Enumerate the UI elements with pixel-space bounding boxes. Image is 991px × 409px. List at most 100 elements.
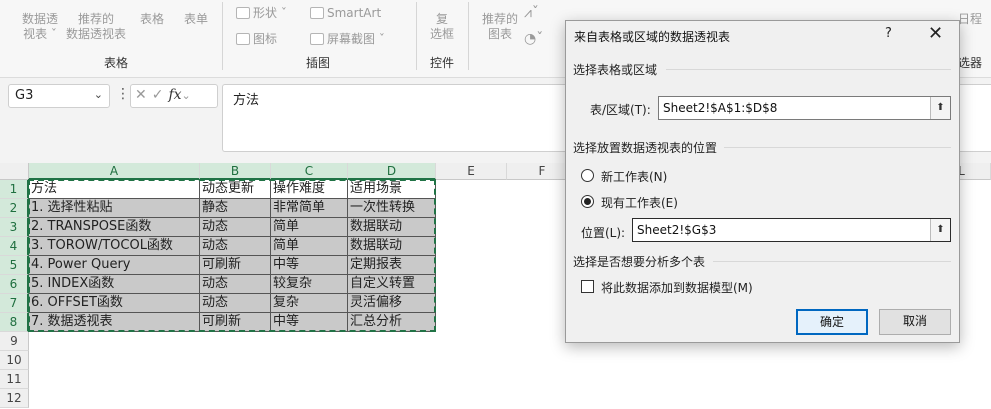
table-cell[interactable]: 汇总分析 <box>348 313 436 332</box>
chevron-down-icon[interactable]: ⌄ <box>94 88 103 101</box>
line-chart-icon[interactable]: ⩘ˇ <box>524 6 539 21</box>
help-icon[interactable]: ? <box>885 26 892 41</box>
table-cell[interactable]: 4. Power Query <box>29 256 200 275</box>
shapes-icon <box>236 7 250 19</box>
row-header[interactable]: 12 <box>0 389 29 408</box>
shapes-button[interactable]: 形状 ˇ <box>236 6 287 21</box>
pivot-table-button[interactable]: 数据透 视表 ˇ <box>18 12 62 42</box>
table-cell[interactable]: 5. INDEX函数 <box>29 275 200 294</box>
row-header[interactable]: 11 <box>0 370 29 389</box>
table-cell[interactable]: 中等 <box>271 256 348 275</box>
timeline-button[interactable]: 日程 <box>958 12 982 27</box>
recommended-charts-button[interactable]: 推荐的 图表 <box>478 12 522 42</box>
table-cell[interactable]: 动态更新 <box>200 180 271 199</box>
pivot-table-dialog: 来自表格或区域的数据透视表 ? ✕ 选择表格或区域 表/区域(T): Sheet… <box>565 20 960 343</box>
add-to-data-model-label[interactable]: 将此数据添加到数据模型(M) <box>601 279 753 296</box>
icons-label: 图标 <box>253 32 278 46</box>
name-box[interactable]: G3 ⌄ <box>8 84 110 108</box>
row-header[interactable]: 9 <box>0 332 29 351</box>
table-cell[interactable]: 灵活偏移 <box>348 294 436 313</box>
table-cell[interactable]: 静态 <box>200 199 271 218</box>
table-cell[interactable]: 定期报表 <box>348 256 436 275</box>
row-header[interactable]: 7 <box>0 294 29 313</box>
table-cell[interactable]: 可刷新 <box>200 313 271 332</box>
collapse-dialog-icon[interactable]: ⬆ <box>930 219 950 241</box>
table-cell[interactable]: 动态 <box>200 237 271 256</box>
row-header[interactable]: 6 <box>0 275 29 294</box>
table-cell[interactable]: 中等 <box>271 313 348 332</box>
more-icon[interactable]: ⋮ <box>116 86 130 102</box>
smartart-label: SmartArt <box>327 6 382 20</box>
cancel-icon[interactable]: ✕ <box>135 87 152 103</box>
insert-function-button[interactable]: fx <box>168 87 181 103</box>
enter-icon[interactable]: ✓ <box>152 87 169 103</box>
select-all-corner[interactable] <box>0 163 29 180</box>
table-cell[interactable]: 7. 数据透视表 <box>29 313 200 332</box>
excel-window: 数据透 视表 ˇ 推荐的 数据透视表 表格 表单 表格 形状 ˇ 图标 Smar… <box>0 0 991 409</box>
table-cell[interactable]: 3. TOROW/TOCOL函数 <box>29 237 200 256</box>
group-separator <box>416 2 417 70</box>
formula-buttons: ✕✓fx⌄ <box>130 84 218 108</box>
table-cell[interactable]: 动态 <box>200 275 271 294</box>
table-cell[interactable]: 适用场景 <box>348 180 436 199</box>
existing-worksheet-radio[interactable] <box>581 195 594 208</box>
group-label-tables: 表格 <box>104 56 129 70</box>
row-header[interactable]: 4 <box>0 237 29 256</box>
table-cell[interactable]: 数据联动 <box>348 218 436 237</box>
table-cell[interactable]: 操作难度 <box>271 180 348 199</box>
table-cell[interactable]: 动态 <box>200 218 271 237</box>
table-cell[interactable]: 一次性转换 <box>348 199 436 218</box>
new-worksheet-radio[interactable] <box>581 169 594 182</box>
table-cell[interactable]: 2. TRANSPOSE函数 <box>29 218 200 237</box>
screenshot-button[interactable]: 屏幕截图 ˇ <box>310 32 385 47</box>
column-header[interactable]: C <box>271 163 348 180</box>
smartart-button[interactable]: SmartArt <box>310 6 381 21</box>
recommended-pivot-button[interactable]: 推荐的 数据透视表 <box>62 12 130 42</box>
form-button[interactable]: 表单 <box>176 12 216 27</box>
collapse-dialog-icon[interactable]: ⬆ <box>930 97 950 119</box>
shapes-label: 形状 ˇ <box>253 6 287 20</box>
column-header[interactable]: B <box>200 163 271 180</box>
table-button[interactable]: 表格 <box>134 12 170 27</box>
ok-button[interactable]: 确定 <box>796 309 868 335</box>
smartart-icon <box>310 7 324 19</box>
column-header[interactable]: D <box>348 163 436 180</box>
table-cell[interactable]: 数据联动 <box>348 237 436 256</box>
row-header[interactable]: 3 <box>0 218 29 237</box>
column-header[interactable]: E <box>436 163 507 180</box>
chevron-down-icon[interactable]: ⌄ <box>182 89 196 102</box>
table-cell[interactable]: 6. OFFSET函数 <box>29 294 200 313</box>
range-input[interactable]: Sheet2!$A$1:$D$8 ⬆ <box>658 96 951 120</box>
icons-button[interactable]: 图标 <box>236 32 277 47</box>
section-multiple-tables: 选择是否想要分析多个表 <box>573 255 706 269</box>
column-header[interactable]: A <box>29 163 200 180</box>
table-cell[interactable]: 可刷新 <box>200 256 271 275</box>
table-cell[interactable]: 方法 <box>29 180 200 199</box>
new-worksheet-label[interactable]: 新工作表(N) <box>601 168 667 185</box>
pie-chart-icon[interactable]: ◔ˇ <box>524 32 543 47</box>
divider <box>666 69 951 70</box>
add-to-data-model-checkbox[interactable] <box>581 280 594 293</box>
existing-worksheet-label[interactable]: 现有工作表(E) <box>601 194 678 211</box>
screenshot-icon <box>310 33 324 45</box>
table-cell[interactable]: 动态 <box>200 294 271 313</box>
table-cell[interactable]: 简单 <box>271 218 348 237</box>
table-cell[interactable]: 复杂 <box>271 294 348 313</box>
checkbox-control-button[interactable]: 复 选框 <box>424 12 460 42</box>
row-header[interactable]: 1 <box>0 180 29 199</box>
group-label-controls: 控件 <box>430 56 455 70</box>
cancel-button[interactable]: 取消 <box>879 309 951 335</box>
table-cell[interactable]: 自定义转置 <box>348 275 436 294</box>
group-label-illustrations: 插图 <box>306 56 331 70</box>
table-cell[interactable]: 简单 <box>271 237 348 256</box>
row-header[interactable]: 5 <box>0 256 29 275</box>
divider <box>713 261 951 262</box>
location-input[interactable]: Sheet2!$G$3 ⬆ <box>632 218 951 242</box>
row-header[interactable]: 8 <box>0 313 29 332</box>
close-icon[interactable]: ✕ <box>928 23 943 44</box>
table-cell[interactable]: 1. 选择性粘贴 <box>29 199 200 218</box>
table-cell[interactable]: 较复杂 <box>271 275 348 294</box>
row-header[interactable]: 10 <box>0 351 29 370</box>
table-cell[interactable]: 非常简单 <box>271 199 348 218</box>
row-header[interactable]: 2 <box>0 199 29 218</box>
